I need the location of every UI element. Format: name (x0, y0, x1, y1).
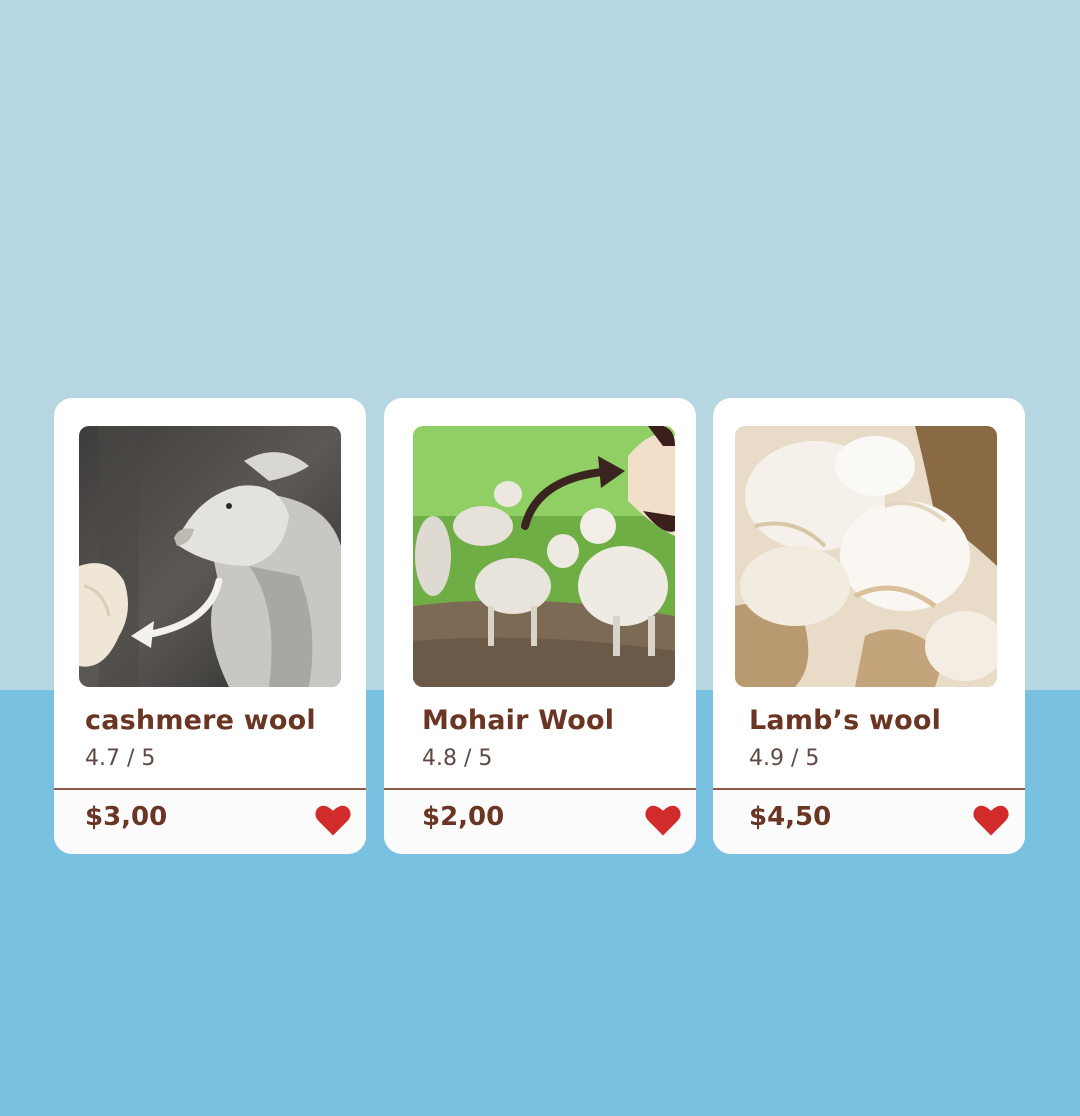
heart-icon[interactable] (972, 803, 1010, 837)
product-name: Mohair Wool (422, 705, 615, 736)
product-price: $2,00 (422, 802, 505, 832)
product-name: Lamb’s wool (749, 705, 942, 736)
product-price: $3,00 (85, 802, 168, 832)
product-name: cashmere wool (85, 705, 316, 736)
product-price: $4,50 (749, 802, 832, 832)
divider (54, 788, 366, 790)
divider (713, 788, 1025, 790)
raw-wool-image (735, 426, 997, 687)
product-rating: 4.9 / 5 (749, 746, 820, 771)
product-rating: 4.8 / 5 (422, 746, 493, 771)
goat-with-fiber-image (79, 426, 341, 687)
divider (384, 788, 696, 790)
heart-icon[interactable] (314, 803, 352, 837)
heart-icon[interactable] (644, 803, 682, 837)
product-rating: 4.7 / 5 (85, 746, 156, 771)
product-card-lambs-wool[interactable]: Lamb’s wool 4.9 / 5 $4,50 (713, 398, 1025, 854)
angora-goats-image (413, 426, 675, 687)
product-card-mohair[interactable]: Mohair Wool 4.8 / 5 $2,00 (384, 398, 696, 854)
product-card-cashmere[interactable]: cashmere wool 4.7 / 5 $3,00 (54, 398, 366, 854)
